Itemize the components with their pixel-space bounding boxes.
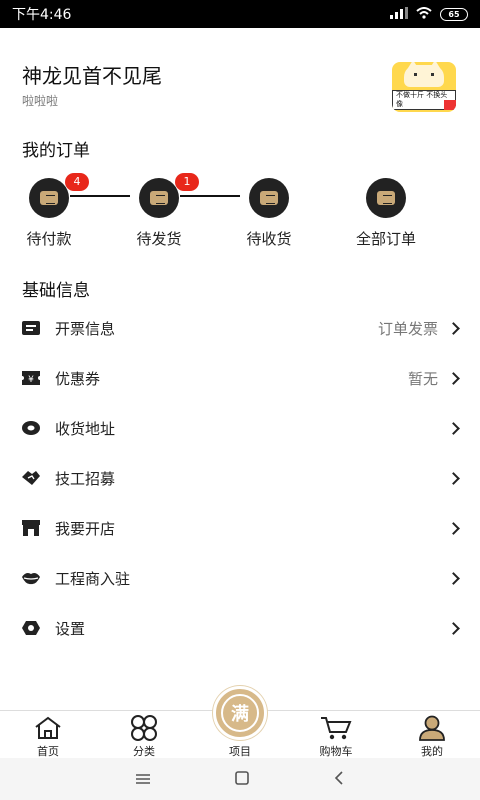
home-square-icon[interactable] [235,770,249,789]
menu-label: 我要开店 [55,519,116,538]
order-pending-payment[interactable]: 4 待付款 [4,173,94,249]
handshake-icon [22,469,40,487]
basic-info-title: 基础信息 [22,281,90,301]
stamp-icon [444,100,456,110]
order-pending-receipt[interactable]: 待收货 [224,175,314,249]
menu-icon[interactable] [135,770,151,789]
wifi-icon [416,6,432,22]
nav-category[interactable]: 分类 [109,715,179,759]
menu-value: 订单发票 [377,319,438,338]
invoice-icon [22,319,40,337]
order-doc-icon [366,178,406,218]
nav-home[interactable]: 首页 [13,715,83,759]
order-label: 待付款 [26,230,72,248]
nav-cart[interactable]: 购物车 [301,715,371,759]
chevron-right-icon [447,521,460,535]
order-doc-icon: 4 [29,173,89,218]
order-pending-shipment[interactable]: 1 待发货 [114,173,204,249]
nav-label: 我的 [421,745,443,758]
menu-value: 暂无 [407,369,438,388]
back-icon[interactable] [333,770,345,789]
menu-item-technician-recruit[interactable]: 技工招募 [0,453,480,503]
profile-subtitle: 啦啦啦 [22,94,59,108]
profile-name[interactable]: 神龙见首不见尾 [22,60,162,89]
coupon-icon: ¥ [22,369,40,387]
home-icon [13,715,83,741]
cat-avatar-icon [404,62,444,87]
menu-label: 设置 [55,619,86,638]
battery-icon: 65 [440,7,468,21]
nav-project[interactable]: 项目 [205,741,275,759]
orders-title: 我的订单 [22,141,90,161]
nav-label: 项目 [229,745,251,758]
order-doc-icon: 1 [139,173,199,218]
status-bar: 下午4:46 65 [0,0,480,28]
order-badge: 1 [175,173,199,191]
chevron-right-icon [447,371,460,385]
status-icons: 65 [390,6,468,22]
profile-icon [397,715,467,741]
order-label: 全部订单 [355,230,416,248]
menu-label: 优惠券 [55,369,101,388]
order-label: 待收货 [246,230,292,248]
menu-label: 技工招募 [55,469,116,488]
nav-label: 购物车 [319,745,353,758]
status-time: 下午4:46 [12,7,72,23]
location-icon [22,419,40,437]
order-label: 待发货 [136,230,182,248]
chevron-right-icon [447,621,460,635]
order-badge: 4 [65,173,89,191]
menu-item-invoice[interactable]: 开票信息 订单发票 [0,303,480,353]
menu-item-address[interactable]: 收货地址 [0,403,480,453]
order-doc-icon [249,178,289,218]
menu-label: 收货地址 [55,419,116,438]
chevron-right-icon [447,421,460,435]
system-nav-bar [0,758,480,800]
store-icon [22,519,40,537]
menu-item-contractor-join[interactable]: 工程商入驻 [0,553,480,603]
svg-text:¥: ¥ [28,375,34,385]
avatar[interactable]: 不做十斤 不换头像 [392,62,456,112]
orders-row: 4 待付款 1 待发货 待收货 全部订单 [0,173,480,248]
menu-item-open-store[interactable]: 我要开店 [0,503,480,553]
menu-item-settings[interactable]: 设置 [0,603,480,653]
chevron-right-icon [447,321,460,335]
project-glyph: 满 [221,694,259,732]
project-center-button[interactable]: 满 [213,686,267,740]
menu-item-coupon[interactable]: ¥ 优惠券 暂无 [0,353,480,403]
chevron-right-icon [447,571,460,585]
menu-label: 开票信息 [55,319,116,338]
nav-label: 首页 [37,745,59,758]
chevron-right-icon [447,471,460,485]
cart-icon [301,715,371,741]
order-all[interactable]: 全部订单 [341,175,431,249]
lips-icon [22,569,40,587]
signal-icon [390,6,408,22]
category-icon [109,715,179,741]
nav-mine[interactable]: 我的 [397,715,467,759]
menu-label: 工程商入驻 [55,569,131,588]
nav-label: 分类 [133,745,155,758]
settings-icon [22,619,40,637]
